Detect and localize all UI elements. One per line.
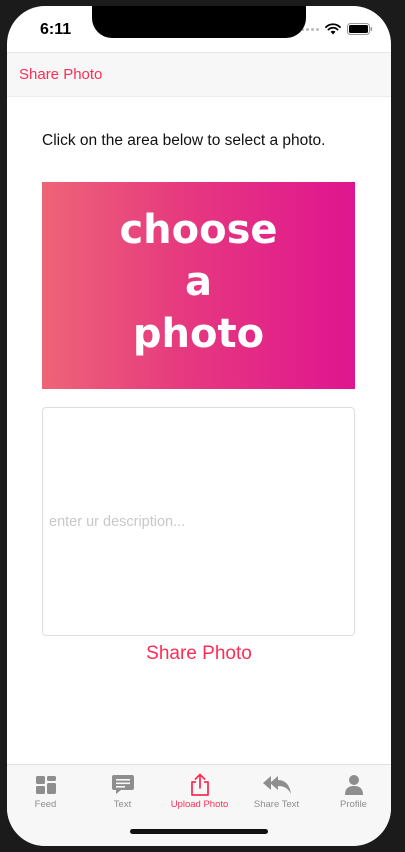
- choose-photo-label: choose a photo: [42, 204, 355, 360]
- tab-label: Share Text: [253, 799, 300, 810]
- tab-text[interactable]: Text: [84, 773, 161, 810]
- choose-photo-line: a: [185, 259, 212, 305]
- tab-share-text[interactable]: Share Text: [238, 773, 315, 810]
- grid-icon: [7, 773, 84, 797]
- tab-label: Profile: [340, 799, 367, 810]
- status-icons: [301, 23, 373, 35]
- navigation-bar: Share Photo: [7, 52, 391, 97]
- nav-title[interactable]: Share Photo: [19, 66, 102, 83]
- battery-icon: [347, 23, 373, 35]
- share-photo-button[interactable]: Share Photo: [7, 643, 391, 665]
- person-icon: [315, 773, 391, 797]
- tab-label: Text: [113, 799, 132, 810]
- cellular-signal-icon: [301, 27, 319, 31]
- share-upload-icon: [161, 773, 238, 797]
- choose-photo-area[interactable]: choose a photo: [42, 182, 355, 389]
- description-input[interactable]: [43, 408, 354, 635]
- home-indicator: [130, 829, 268, 834]
- choose-photo-line: choose: [119, 207, 278, 253]
- tab-feed[interactable]: Feed: [7, 773, 84, 810]
- reply-all-icon: [238, 773, 315, 797]
- tab-profile[interactable]: Profile: [315, 773, 391, 810]
- status-time: 6:11: [40, 21, 72, 38]
- device-frame: 6:11 Share Photo Click on the area below…: [0, 0, 405, 852]
- message-icon: [84, 773, 161, 797]
- choose-photo-line: photo: [132, 311, 265, 357]
- tab-label: Upload Photo: [170, 799, 229, 810]
- app-screen: 6:11 Share Photo Click on the area below…: [7, 6, 391, 846]
- instruction-text: Click on the area below to select a phot…: [42, 132, 326, 149]
- tab-upload-photo[interactable]: Upload Photo: [161, 773, 238, 810]
- wifi-icon: [325, 23, 341, 35]
- device-notch: [92, 6, 306, 38]
- description-box: [42, 407, 355, 636]
- tab-label: Feed: [34, 799, 57, 810]
